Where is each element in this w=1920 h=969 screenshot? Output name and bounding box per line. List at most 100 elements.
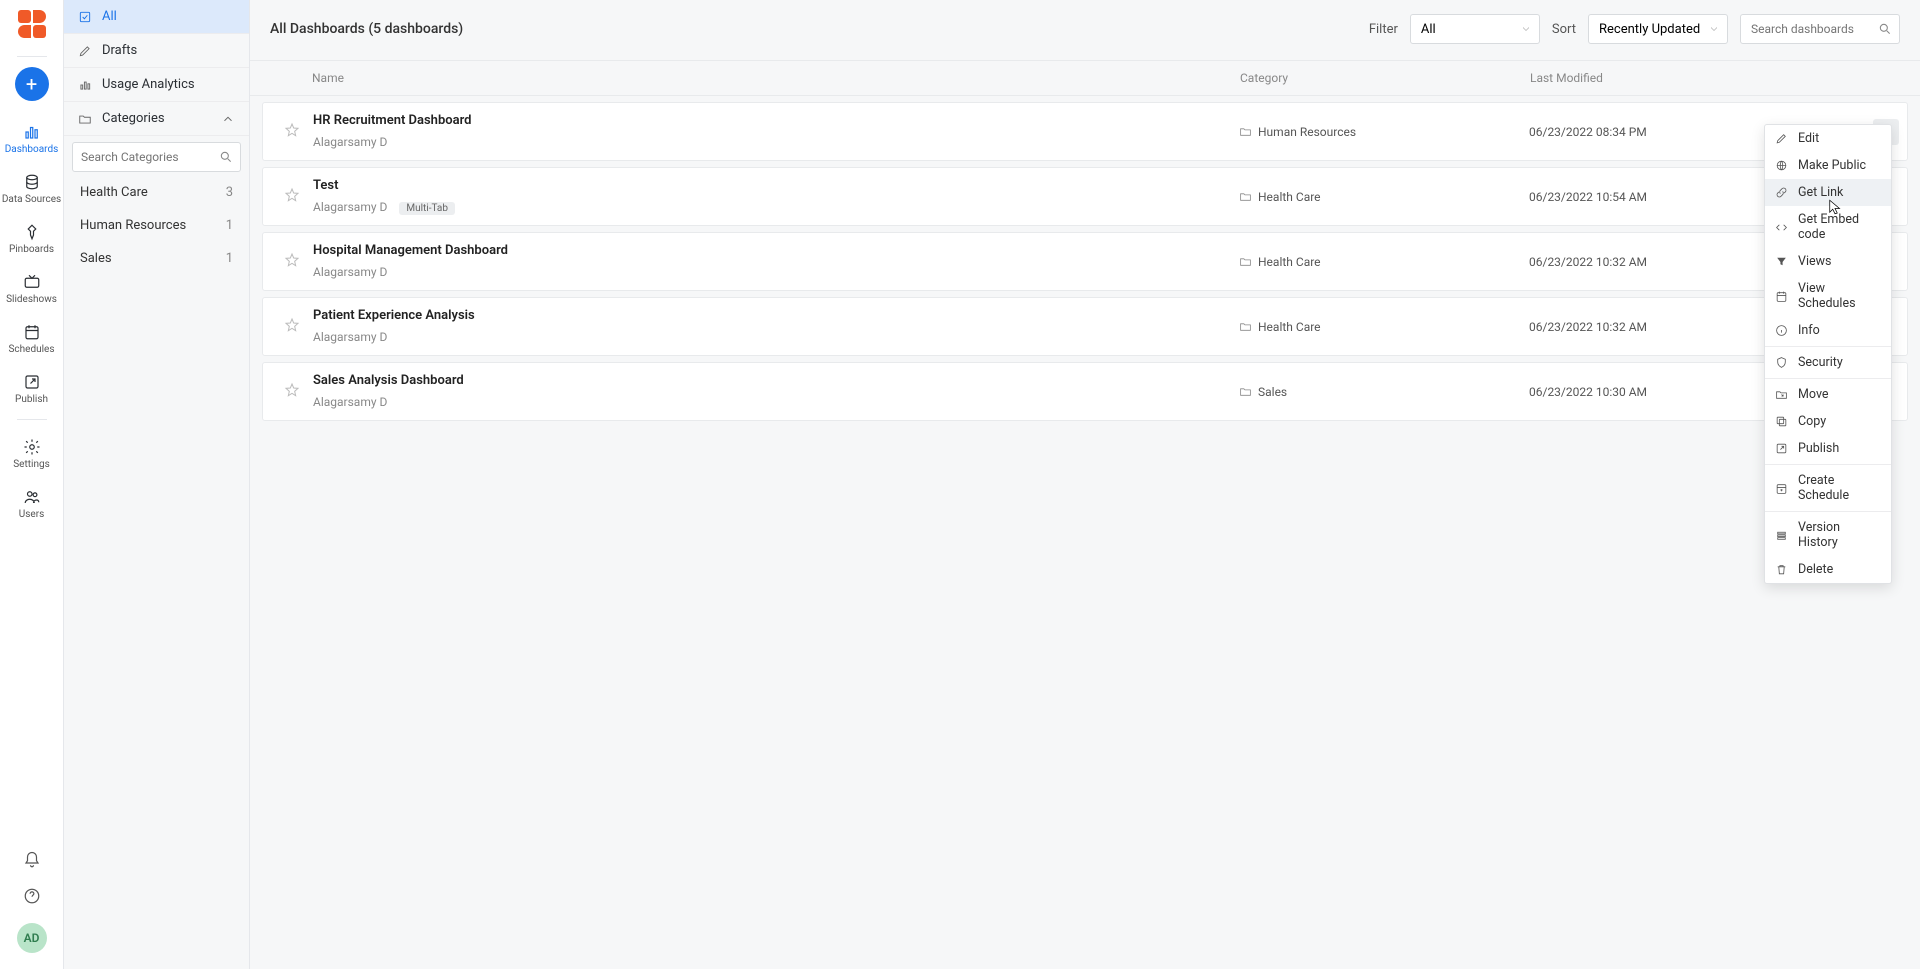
menu-label: Edit [1798,131,1819,146]
dashboard-list: HR Recruitment Dashboard Alagarsamy D Hu… [250,96,1920,421]
dashboard-row[interactable]: Test Alagarsamy D Multi-Tab Health Care … [262,167,1908,226]
favorite-star[interactable] [271,122,313,142]
publish-icon [23,373,41,391]
rail-label: Dashboards [0,144,64,155]
tv-icon [23,273,41,291]
dashboard-author: Alagarsamy D [313,200,387,214]
search-icon [1878,22,1892,36]
sidebar-usage-analytics[interactable]: Usage Analytics [64,68,249,102]
sidebar-label: Usage Analytics [102,77,195,92]
favorite-star[interactable] [271,317,313,337]
chart-icon [23,123,41,141]
category-cell: Health Care [1239,255,1529,269]
menu-version-history[interactable]: Version History [1765,514,1891,556]
sidebar-all[interactable]: All [64,0,249,34]
pencil-icon [78,44,92,58]
sidebar-categories[interactable]: Categories [64,102,249,136]
star-icon [284,122,300,138]
calendar-icon [1775,290,1788,303]
favorite-star[interactable] [271,382,313,402]
bell-icon[interactable] [23,851,41,869]
dashboard-row[interactable]: Hospital Management Dashboard Alagarsamy… [262,232,1908,291]
col-category[interactable]: Category [1240,71,1530,85]
category-item[interactable]: Health Care3 [64,176,249,209]
sort-select[interactable]: Recently Updated [1588,14,1728,44]
dashboard-author: Alagarsamy D [313,330,387,344]
sort-label: Sort [1552,22,1576,37]
category-item[interactable]: Human Resources 1 [64,209,249,242]
user-avatar[interactable]: AD [17,923,47,953]
rail-label: Slideshows [0,294,64,305]
rail-pinboards[interactable]: Pinboards [0,215,64,265]
menu-label: Make Public [1798,158,1866,173]
logo [18,10,46,38]
menu-label: Move [1798,387,1829,402]
star-icon [284,187,300,203]
name-cell: Test Alagarsamy D Multi-Tab [313,178,1239,215]
category-count: 1 [226,218,233,233]
folder-icon [1239,190,1252,203]
menu-label: Views [1798,254,1831,269]
menu-delete[interactable]: Delete [1765,556,1891,583]
help-icon[interactable] [23,887,41,905]
favorite-star[interactable] [271,252,313,272]
favorite-star[interactable] [271,187,313,207]
sidebar-drafts[interactable]: Drafts [64,34,249,68]
menu-label: Info [1798,323,1820,338]
dashboard-row[interactable]: Patient Experience Analysis Alagarsamy D… [262,297,1908,356]
bars-icon [78,78,92,92]
create-button[interactable]: + [15,67,49,101]
dashboard-search-input[interactable] [1740,14,1900,44]
name-cell: Hospital Management Dashboard Alagarsamy… [313,243,1239,280]
dashboard-author: Alagarsamy D [313,135,387,149]
rail-settings[interactable]: Settings [0,430,64,480]
menu-security[interactable]: Security [1765,349,1891,376]
category-cell: Sales [1239,385,1529,399]
menu-edit[interactable]: Edit [1765,125,1891,152]
move-icon [1775,388,1788,401]
sidebar-label: All [102,9,117,24]
menu-views[interactable]: Views [1765,248,1891,275]
menu-label: Get Link [1798,185,1843,200]
link-icon [1775,186,1788,199]
rail-publish[interactable]: Publish [0,365,64,415]
menu-move[interactable]: Move [1765,381,1891,408]
dashboard-row[interactable]: HR Recruitment Dashboard Alagarsamy D Hu… [262,102,1908,161]
category-cell: Human Resources [1239,125,1529,139]
dashboard-row[interactable]: Sales Analysis Dashboard Alagarsamy D Sa… [262,362,1908,421]
category-name: Human Resources [80,218,186,233]
folder-icon [1239,125,1252,138]
filter-select[interactable]: All [1410,14,1540,44]
col-name[interactable]: Name [312,71,1240,85]
dashboard-title: Test [313,178,1239,193]
search-icon [219,150,233,164]
category-name: Sales [80,251,112,266]
rail-dashboards[interactable]: Dashboards [0,115,64,165]
rail-schedules[interactable]: Schedules [0,315,64,365]
category-list: Health Care3 Human Resources 1 Sales1 [64,176,249,275]
folder-icon [1239,320,1252,333]
dashboard-search [1740,14,1900,44]
menu-view-schedules[interactable]: View Schedules [1765,275,1891,317]
filter-label: Filter [1369,22,1398,37]
menu-label: Version History [1798,520,1881,550]
menu-create-schedule[interactable]: Create Schedule [1765,467,1891,509]
menu-label: Delete [1798,562,1833,577]
menu-make-public[interactable]: Make Public [1765,152,1891,179]
rail-users[interactable]: Users [0,480,64,530]
rail-slideshows[interactable]: Slideshows [0,265,64,315]
category-cell: Health Care [1239,190,1529,204]
menu-info[interactable]: Info [1765,317,1891,344]
col-modified[interactable]: Last Modified [1530,71,1830,85]
menu-publish[interactable]: Publish [1765,435,1891,462]
category-item[interactable]: Sales1 [64,242,249,275]
category-search-input[interactable] [72,142,241,172]
code-icon [1775,221,1788,234]
menu-copy[interactable]: Copy [1765,408,1891,435]
star-icon [284,382,300,398]
menu-get-link[interactable]: Get Link [1765,179,1891,206]
menu-get-embed-code[interactable]: Get Embed code [1765,206,1891,248]
globe-icon [1775,159,1788,172]
rail-label: Data Sources [0,194,64,205]
rail-data-sources[interactable]: Data Sources [0,165,64,215]
